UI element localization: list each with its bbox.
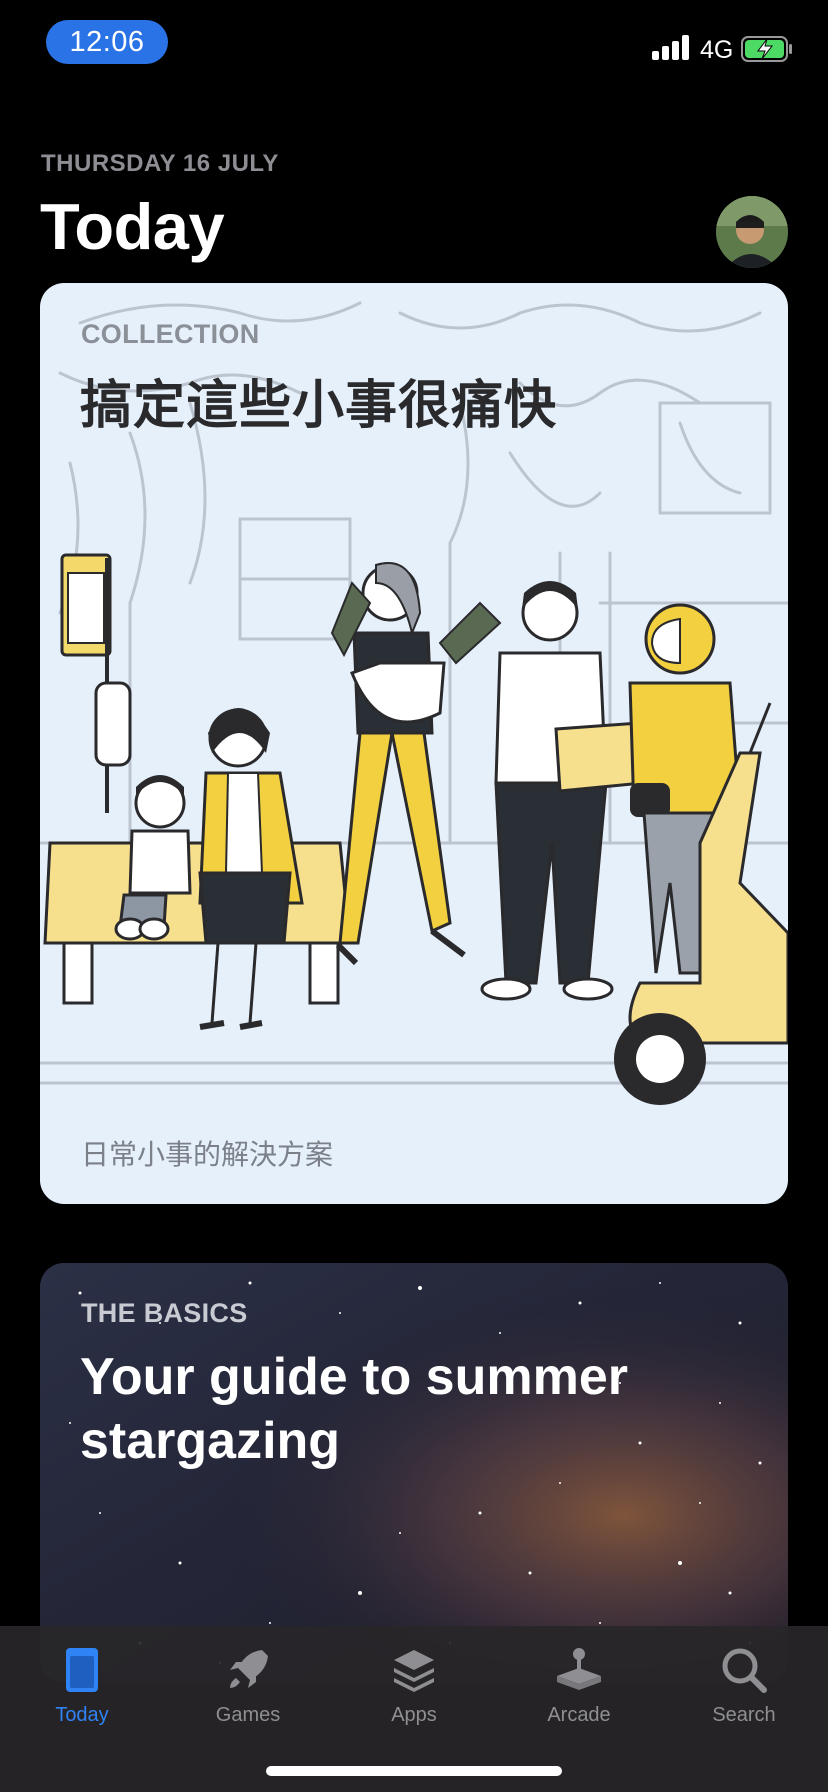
joystick-icon [557,1648,601,1690]
tab-apps[interactable]: Apps [339,1626,489,1746]
status-bar: 12:06 4G [0,0,828,90]
cellular-signal-icon [652,34,692,60]
battery-charging-icon [741,36,792,62]
date-label: THURSDAY 16 JULY [41,150,279,177]
tab-label: Today [55,1704,109,1726]
tab-games[interactable]: Games [173,1626,323,1746]
tab-label: Arcade [547,1704,611,1726]
tab-search[interactable]: Search [669,1626,819,1746]
network-type: 4G [700,36,734,64]
tab-label: Apps [391,1704,437,1726]
card-title: 搞定這些小事很痛快 [80,376,558,436]
tab-arcade[interactable]: Arcade [504,1626,654,1746]
story-card-collection[interactable]: COLLECTION 搞定這些小事很痛快 日常小事的解決方案 [40,283,788,1204]
card-title: Your guide to summer stargazing [80,1348,628,1470]
avatar-photo [716,196,788,268]
search-icon [722,1648,767,1693]
home-indicator[interactable] [266,1766,562,1776]
tab-label: Search [712,1704,776,1726]
tab-today[interactable]: Today [7,1626,157,1746]
tab-label: Games [215,1704,281,1726]
rocket-icon [230,1650,268,1688]
card-eyebrow: COLLECTION [81,319,260,349]
card-eyebrow: THE BASICS [81,1298,248,1328]
layers-icon [394,1650,434,1692]
today-icon [66,1648,98,1692]
page-title: Today [40,190,225,263]
story-card-stargazing[interactable]: THE BASICS Your guide to summer stargazi… [40,1263,788,1683]
account-avatar[interactable] [716,196,788,268]
card-subtitle: 日常小事的解決方案 [81,1138,334,1171]
status-time[interactable]: 12:06 [46,20,168,64]
